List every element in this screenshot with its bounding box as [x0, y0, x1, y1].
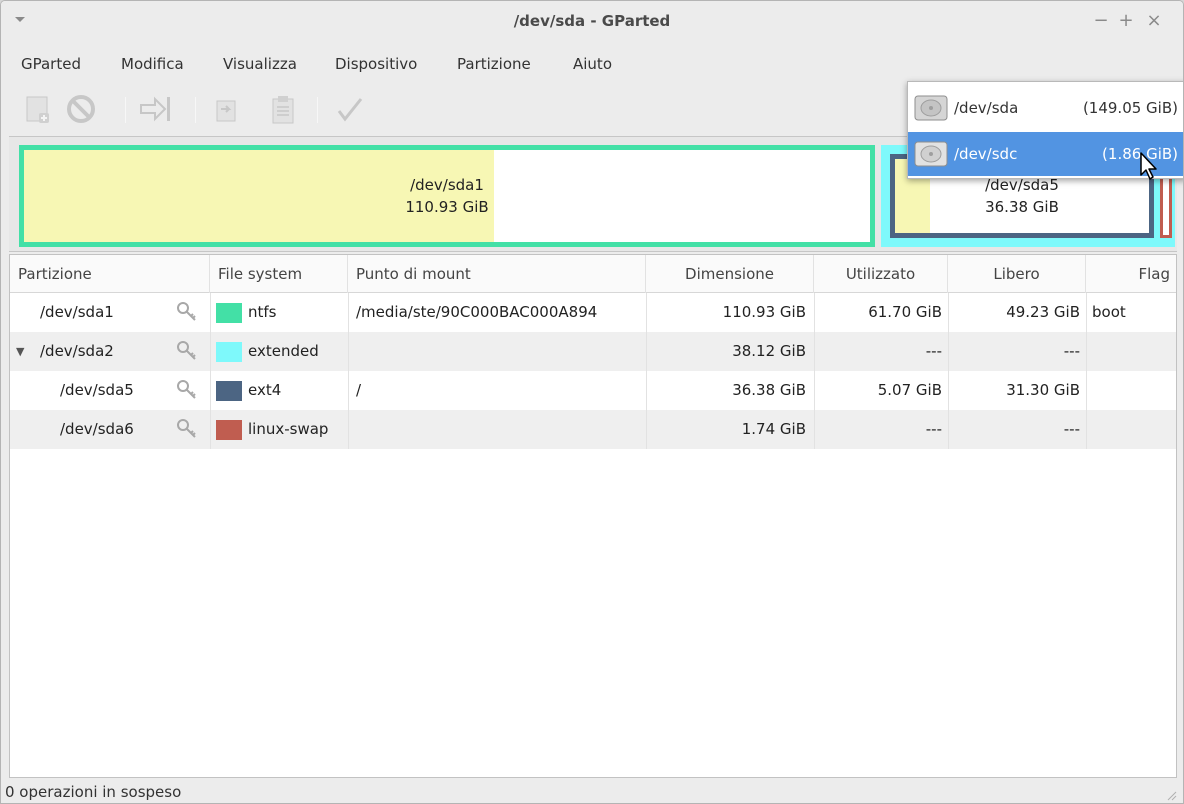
header-free[interactable]: Libero — [948, 255, 1086, 293]
paste-icon[interactable] — [265, 91, 301, 127]
pending-operations-status: 0 operazioni in sospeso — [5, 783, 182, 801]
toolbar-separator — [317, 97, 318, 123]
device-name: /dev/sdc — [954, 145, 1018, 163]
cell-filesystem: linux-swap — [248, 420, 329, 438]
cell-filesystem: ext4 — [248, 381, 282, 399]
delete-icon[interactable] — [63, 91, 99, 127]
cell-flag: boot — [1092, 303, 1126, 321]
minimize-button[interactable]: − — [1090, 10, 1112, 32]
apply-icon[interactable] — [331, 91, 367, 127]
cell-filesystem: ntfs — [248, 303, 277, 321]
cell-free: 31.30 GiB — [1006, 381, 1080, 399]
cell-mount: / — [356, 381, 362, 399]
device-name: /dev/sda — [954, 99, 1019, 117]
menu-visualizza[interactable]: Visualizza — [223, 49, 297, 79]
header-flag[interactable]: Flag — [1086, 255, 1178, 293]
menu-bar: GParted Modifica Visualizza Dispositivo … — [1, 49, 1183, 79]
hard-disk-icon — [914, 141, 948, 167]
cell-partition: /dev/sda6 — [60, 420, 134, 438]
filesystem-color-swatch — [216, 420, 242, 440]
header-mount[interactable]: Punto di mount — [348, 255, 646, 293]
resize-move-icon[interactable] — [137, 91, 173, 127]
cell-mount: /media/ste/90C000BAC000A894 — [356, 303, 598, 321]
close-button[interactable]: × — [1143, 10, 1165, 32]
hard-disk-icon — [914, 95, 948, 121]
map-partition-size: 36.38 GiB — [985, 198, 1059, 216]
cell-size: 38.12 GiB — [732, 342, 806, 360]
filesystem-color-swatch — [216, 342, 242, 362]
cell-used: --- — [925, 420, 942, 438]
gparted-window: /dev/sda - GParted − + × GParted Modific… — [0, 0, 1184, 804]
cell-size: 110.93 GiB — [722, 303, 806, 321]
resize-grip-icon[interactable] — [1165, 789, 1177, 801]
cell-partition: /dev/sda5 — [60, 381, 134, 399]
cell-partition: /dev/sda1 — [40, 303, 114, 321]
cell-free: --- — [1063, 342, 1080, 360]
header-size[interactable]: Dimensione — [646, 255, 814, 293]
device-item-sda[interactable]: /dev/sda (149.05 GiB) — [908, 86, 1183, 130]
cell-free: 49.23 GiB — [1006, 303, 1080, 321]
expander-arrow[interactable]: ▼ — [16, 332, 24, 371]
key-icon — [177, 341, 196, 360]
table-row[interactable]: /dev/sda6 linux-swap 1.74 GiB --- --- — [10, 410, 1176, 449]
table-row[interactable]: /dev/sda5 ext4 / 36.38 GiB 5.07 GiB 31.3… — [10, 371, 1176, 410]
cell-size: 36.38 GiB — [732, 381, 806, 399]
map-partition-sda1[interactable]: /dev/sda1 110.93 GiB — [19, 145, 875, 247]
menu-gparted[interactable]: GParted — [21, 49, 81, 79]
filesystem-color-swatch — [216, 303, 242, 323]
window-title: /dev/sda - GParted — [513, 12, 671, 30]
map-partition-name: /dev/sda1 — [410, 176, 484, 194]
key-icon — [177, 302, 196, 321]
header-partition[interactable]: Partizione — [10, 255, 210, 293]
device-size: (149.05 GiB) — [1082, 99, 1178, 117]
table-row[interactable]: ▼ /dev/sda2 extended 38.12 GiB --- --- — [10, 332, 1176, 371]
key-icon — [177, 380, 196, 399]
cell-used: --- — [925, 342, 942, 360]
maximize-button[interactable]: + — [1115, 10, 1137, 32]
key-icon — [177, 419, 196, 438]
cell-partition: /dev/sda2 — [40, 342, 114, 360]
cell-free: --- — [1063, 420, 1080, 438]
copy-icon[interactable] — [209, 91, 245, 127]
mouse-pointer-icon — [1140, 152, 1157, 180]
new-partition-icon[interactable] — [21, 91, 57, 127]
partition-table: Partizione File system Punto di mount Di… — [9, 254, 1177, 778]
cell-used: 5.07 GiB — [877, 381, 942, 399]
menu-aiuto[interactable]: Aiuto — [573, 49, 612, 79]
cell-size: 1.74 GiB — [741, 420, 806, 438]
table-row[interactable]: /dev/sda1 ntfs /media/ste/90C000BAC000A8… — [10, 293, 1176, 332]
menu-partizione[interactable]: Partizione — [457, 49, 531, 79]
header-filesystem[interactable]: File system — [210, 255, 348, 293]
table-header: Partizione File system Punto di mount Di… — [10, 255, 1176, 293]
cell-used: 61.70 GiB — [868, 303, 942, 321]
cell-filesystem: extended — [248, 342, 319, 360]
menu-modifica[interactable]: Modifica — [121, 49, 184, 79]
filesystem-color-swatch — [216, 381, 242, 401]
toolbar-separator — [125, 97, 126, 123]
title-bar: /dev/sda - GParted − + × — [1, 1, 1183, 47]
menu-dispositivo[interactable]: Dispositivo — [335, 49, 417, 79]
toolbar-separator — [195, 97, 196, 123]
status-bar: 0 operazioni in sospeso — [1, 779, 1183, 803]
map-partition-size: 110.93 GiB — [405, 198, 489, 216]
header-used[interactable]: Utilizzato — [814, 255, 948, 293]
